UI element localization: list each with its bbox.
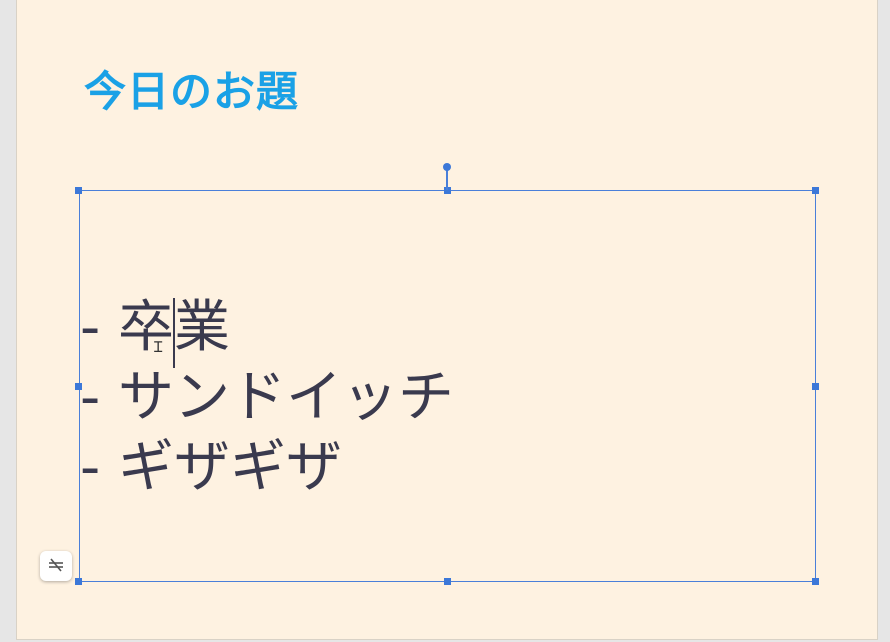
resize-handle-bottom-right[interactable] [812,578,819,585]
rotate-handle[interactable] [443,163,451,171]
resize-handle-middle-left[interactable] [75,383,82,390]
bullet-line[interactable]: - 卒業 [80,293,454,363]
resize-handle-top-left[interactable] [75,187,82,194]
autofit-options-button[interactable] [40,551,72,581]
text-autofit-off-icon [47,557,65,576]
text-box-content[interactable]: - 卒業 - サンドイッチ - ギザギザ [80,293,454,503]
rotate-handle-stem [446,168,448,190]
resize-handle-middle-right[interactable] [812,383,819,390]
bullet-line[interactable]: - ギザギザ [80,433,454,503]
ibeam-cursor-icon: Ɪ [154,338,163,356]
text-caret [173,298,175,368]
slide-title[interactable]: 今日のお題 [84,58,299,119]
resize-handle-bottom-center[interactable] [444,578,451,585]
selected-text-box[interactable]: - 卒業 - サンドイッチ - ギザギザ [79,190,816,582]
resize-handle-top-right[interactable] [812,187,819,194]
resize-handle-bottom-left[interactable] [75,578,82,585]
bullet-line[interactable]: - サンドイッチ [80,363,454,433]
